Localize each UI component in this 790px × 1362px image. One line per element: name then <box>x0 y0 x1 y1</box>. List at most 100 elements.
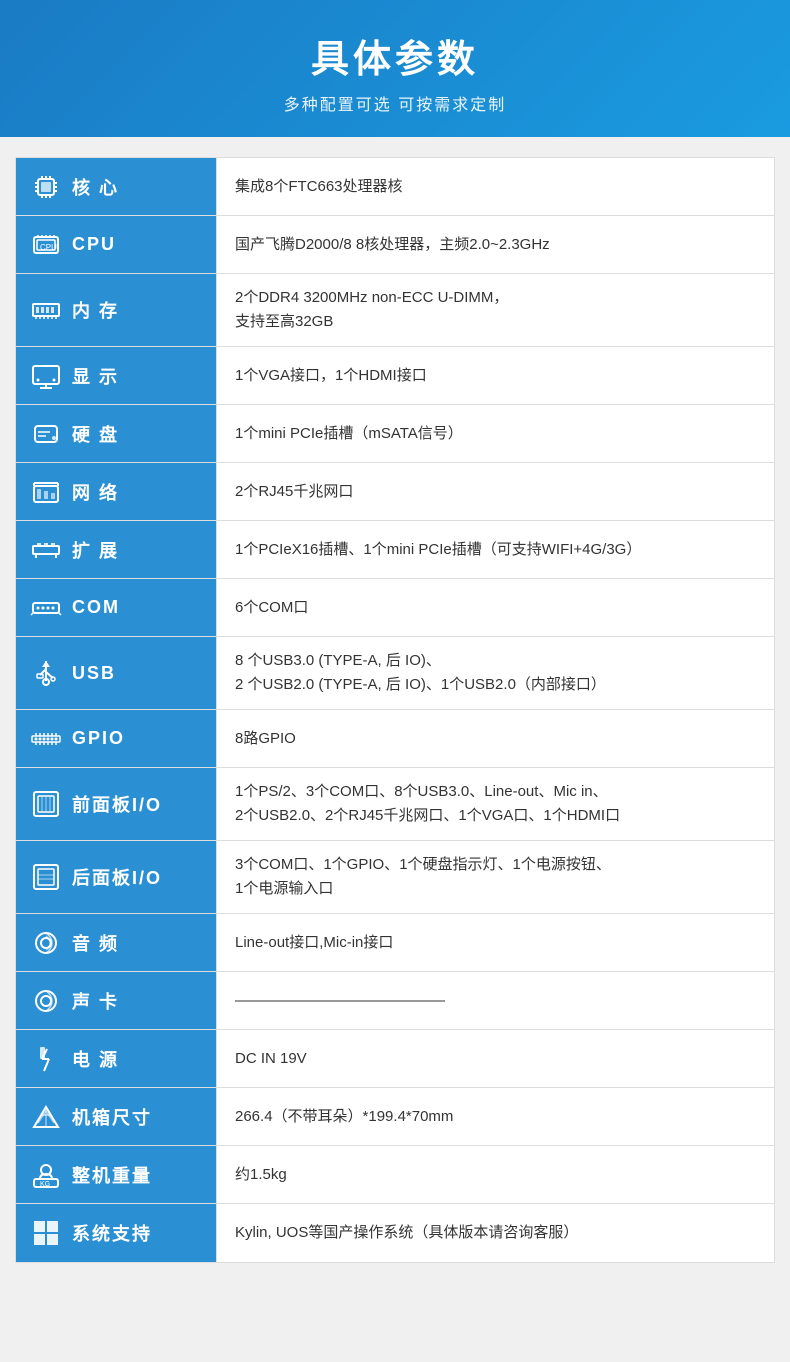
spec-label-text-audio: 音 频 <box>72 930 119 956</box>
cpu-icon: CPU <box>30 229 62 261</box>
network-icon <box>30 476 62 508</box>
spec-value-text-power: DC IN 19V <box>235 1047 756 1071</box>
spec-value-text-cpu: 国产飞腾D2000/8 8核处理器，主频2.0~2.3GHz <box>235 233 756 257</box>
chassis-icon <box>30 1101 62 1133</box>
spec-value-text-weight: 约1.5kg <box>235 1163 756 1187</box>
spec-value-text-audio: Line-out接口,Mic-in接口 <box>235 931 756 955</box>
spec-value-network: 2个RJ45千兆网口 <box>216 463 774 520</box>
spec-value-text-gpio: 8路GPIO <box>235 727 756 751</box>
ram-icon <box>30 294 62 326</box>
usb-icon <box>30 657 62 689</box>
page-title: 具体参数 <box>20 28 770 83</box>
spec-row-network: 网 络 2个RJ45千兆网口 <box>16 463 774 521</box>
spec-label-rear-io: 后面板I/O <box>16 841 216 913</box>
spec-value-text-hdd: 1个mini PCIe插槽（mSATA信号） <box>235 422 756 446</box>
spec-row-hdd: 硬 盘 1个mini PCIe插槽（mSATA信号） <box>16 405 774 463</box>
gpio-icon <box>30 723 62 755</box>
hdd-icon <box>30 418 62 450</box>
spec-label-text-core: 核 心 <box>72 174 119 200</box>
spec-value-audio: Line-out接口,Mic-in接口 <box>216 914 774 971</box>
weight-icon: KG <box>30 1159 62 1191</box>
spec-label-text-power: 电 源 <box>72 1046 119 1072</box>
com-icon <box>30 592 62 624</box>
spec-row-weight: KG 整机重量 约1.5kg <box>16 1146 774 1204</box>
spec-value-com: 6个COM口 <box>216 579 774 636</box>
front-io-icon <box>30 788 62 820</box>
spec-value-soundcard: —————————————— <box>216 972 774 1029</box>
spec-value-power: DC IN 19V <box>216 1030 774 1087</box>
spec-value-text-os: Kylin, UOS等国产操作系统（具体版本请咨询客服） <box>235 1221 756 1245</box>
spec-label-text-soundcard: 声 卡 <box>72 988 119 1014</box>
soundcard-icon <box>30 985 62 1017</box>
spec-table: 核 心 集成8个FTC663处理器核 CPU CPU 国产飞腾D2000/8 8核处… <box>15 157 775 1263</box>
spec-label-text-usb: USB <box>72 663 116 684</box>
spec-row-core: 核 心 集成8个FTC663处理器核 <box>16 158 774 216</box>
spec-row-expand: 扩 展 1个PCIeX16插槽、1个mini PCIe插槽（可支持WIFI+4G/… <box>16 521 774 579</box>
spec-value-front-io: 1个PS/2、3个COM口、8个USB3.0、Line-out、Mic in、2… <box>216 768 774 840</box>
svg-text:KG: KG <box>40 1181 50 1188</box>
spec-value-core: 集成8个FTC663处理器核 <box>216 158 774 215</box>
spec-value-text-display: 1个VGA接口，1个HDMI接口 <box>235 364 756 388</box>
spec-value-chassis: 266.4（不带耳朵）*199.4*70mm <box>216 1088 774 1145</box>
audio-icon <box>30 927 62 959</box>
spec-value-ram: 2个DDR4 3200MHz non-ECC U-DIMM，支持至高32GB <box>216 274 774 346</box>
spec-row-com: COM 6个COM口 <box>16 579 774 637</box>
spec-value-text-com: 6个COM口 <box>235 596 756 620</box>
spec-row-ram: 内 存 2个DDR4 3200MHz non-ECC U-DIMM，支持至高32G… <box>16 274 774 347</box>
page-subtitle: 多种配置可选 可按需求定制 <box>20 91 770 115</box>
spec-label-text-display: 显 示 <box>72 363 119 389</box>
spec-label-power: 电 源 <box>16 1030 216 1087</box>
rear-io-icon <box>30 861 62 893</box>
spec-row-os: 系统支持 Kylin, UOS等国产操作系统（具体版本请咨询客服） <box>16 1204 774 1262</box>
spec-label-text-weight: 整机重量 <box>72 1162 152 1188</box>
power-icon <box>30 1043 62 1075</box>
spec-value-rear-io: 3个COM口、1个GPIO、1个硬盘指示灯、1个电源按钮、1个电源输入口 <box>216 841 774 913</box>
spec-value-display: 1个VGA接口，1个HDMI接口 <box>216 347 774 404</box>
spec-row-front-io: 前面板I/O1个PS/2、3个COM口、8个USB3.0、Line-out、Mi… <box>16 768 774 841</box>
spec-value-usb: 8 个USB3.0 (TYPE-A, 后 IO)、2 个USB2.0 (TYPE… <box>216 637 774 709</box>
spec-row-soundcard: 声 卡 —————————————— <box>16 972 774 1030</box>
expand-icon <box>30 534 62 566</box>
os-icon <box>30 1217 62 1249</box>
spec-label-text-rear-io: 后面板I/O <box>72 864 162 890</box>
spec-value-text-chassis: 266.4（不带耳朵）*199.4*70mm <box>235 1105 756 1129</box>
core-icon <box>30 171 62 203</box>
spec-row-power: 电 源 DC IN 19V <box>16 1030 774 1088</box>
spec-value-gpio: 8路GPIO <box>216 710 774 767</box>
spec-label-expand: 扩 展 <box>16 521 216 578</box>
spec-value-weight: 约1.5kg <box>216 1146 774 1203</box>
spec-label-soundcard: 声 卡 <box>16 972 216 1029</box>
display-icon <box>30 360 62 392</box>
spec-label-text-hdd: 硬 盘 <box>72 421 119 447</box>
spec-row-audio: 音 频 Line-out接口,Mic-in接口 <box>16 914 774 972</box>
spec-value-text-core: 集成8个FTC663处理器核 <box>235 175 756 199</box>
spec-label-os: 系统支持 <box>16 1204 216 1262</box>
spec-label-text-cpu: CPU <box>72 234 116 255</box>
spec-label-text-expand: 扩 展 <box>72 537 119 563</box>
header: 具体参数 多种配置可选 可按需求定制 <box>0 0 790 137</box>
spec-label-hdd: 硬 盘 <box>16 405 216 462</box>
spec-value-text-expand: 1个PCIeX16插槽、1个mini PCIe插槽（可支持WIFI+4G/3G） <box>235 538 756 562</box>
spec-row-rear-io: 后面板I/O 3个COM口、1个GPIO、1个硬盘指示灯、1个电源按钮、1个电源输… <box>16 841 774 914</box>
spec-label-ram: 内 存 <box>16 274 216 346</box>
spec-label-chassis: 机箱尺寸 <box>16 1088 216 1145</box>
spec-label-com: COM <box>16 579 216 636</box>
spec-label-network: 网 络 <box>16 463 216 520</box>
spec-row-usb: USB 8 个USB3.0 (TYPE-A, 后 IO)、2 个USB2.0 (T… <box>16 637 774 710</box>
spec-label-usb: USB <box>16 637 216 709</box>
spec-value-text-ram: 2个DDR4 3200MHz non-ECC U-DIMM，支持至高32GB <box>235 286 756 334</box>
svg-text:CPU: CPU <box>40 243 57 252</box>
spec-value-text-network: 2个RJ45千兆网口 <box>235 480 756 504</box>
spec-label-text-gpio: GPIO <box>72 728 125 749</box>
spec-value-os: Kylin, UOS等国产操作系统（具体版本请咨询客服） <box>216 1204 774 1262</box>
spec-value-expand: 1个PCIeX16插槽、1个mini PCIe插槽（可支持WIFI+4G/3G） <box>216 521 774 578</box>
spec-value-cpu: 国产飞腾D2000/8 8核处理器，主频2.0~2.3GHz <box>216 216 774 273</box>
spec-label-display: 显 示 <box>16 347 216 404</box>
spec-label-front-io: 前面板I/O <box>16 768 216 840</box>
spec-label-text-chassis: 机箱尺寸 <box>72 1104 152 1130</box>
spec-label-text-network: 网 络 <box>72 479 119 505</box>
spec-row-cpu: CPU CPU 国产飞腾D2000/8 8核处理器，主频2.0~2.3GHz <box>16 216 774 274</box>
spec-value-text-rear-io: 3个COM口、1个GPIO、1个硬盘指示灯、1个电源按钮、1个电源输入口 <box>235 853 756 901</box>
spec-label-core: 核 心 <box>16 158 216 215</box>
spec-label-gpio: GPIO <box>16 710 216 767</box>
